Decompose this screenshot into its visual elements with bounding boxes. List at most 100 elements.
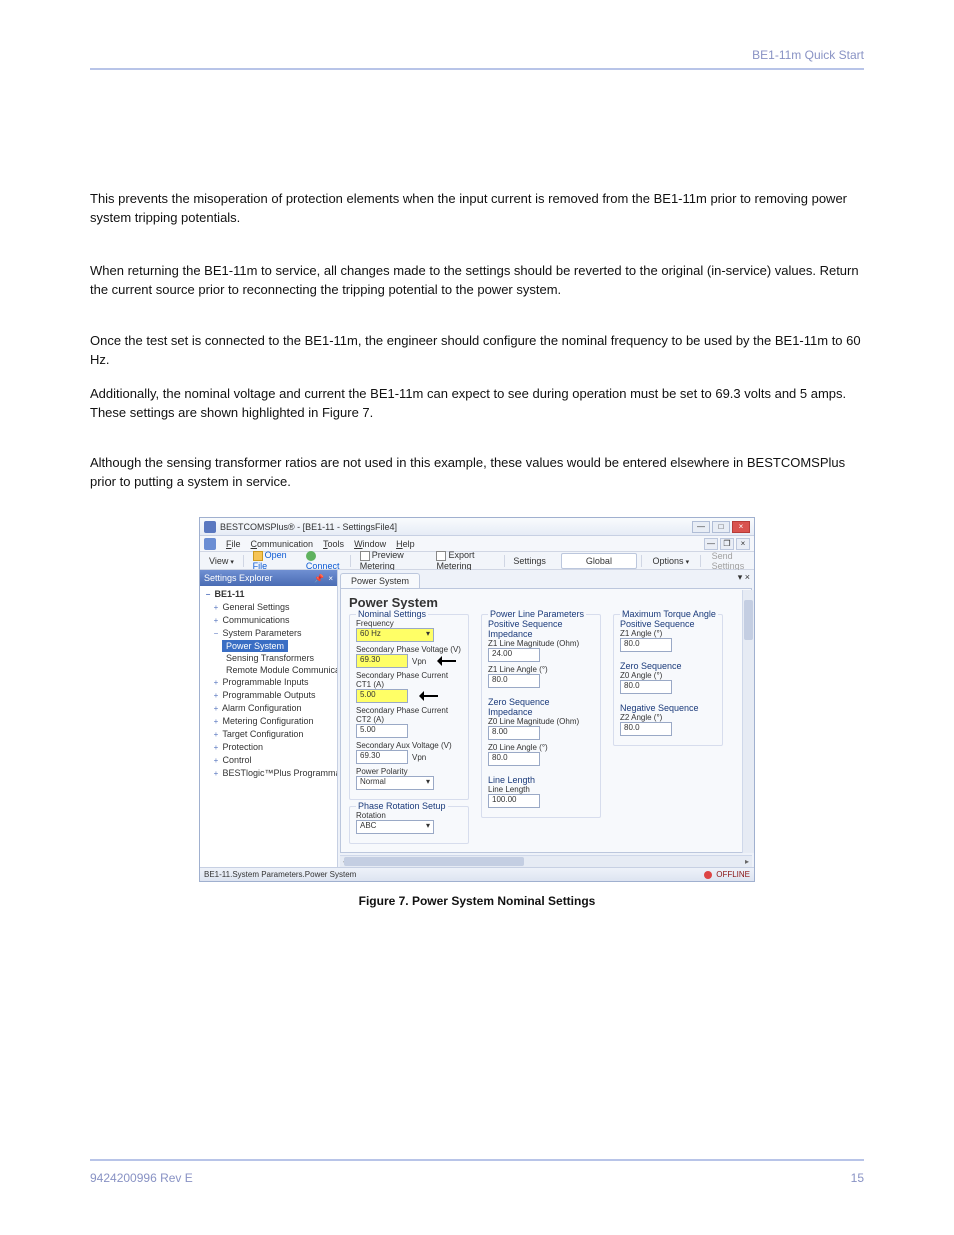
page-footer-right: 15 [851,1171,864,1185]
input-torque-z0-angle[interactable]: 80.0 [620,680,672,694]
tree-alarm-configuration[interactable]: + Alarm Configuration [200,702,337,715]
panel-close-icon[interactable]: × [328,574,333,583]
legend-torque: Maximum Torque Angle [620,609,718,619]
input-line-length[interactable]: 100.00 [488,794,540,808]
label-z1-magnitude: Z1 Line Magnitude (Ohm) [488,639,594,648]
hscroll-right-arrow[interactable]: ▸ [742,856,752,868]
menu-file[interactable]: File [226,539,241,549]
maximize-button[interactable]: □ [712,521,730,533]
toolbar-global-tab[interactable]: Global [561,553,637,569]
settings-tree[interactable]: − BE1-11 + General Settings + Communicat… [200,586,337,867]
title-bar[interactable]: BESTCOMSPlus® - [BE1-11 - SettingsFile4]… [200,518,754,536]
tree-communications[interactable]: + Communications [200,614,337,627]
arrow-annotation-1 [430,657,456,665]
label-zero-seq-impedance: Zero Sequence Impedance [488,697,550,717]
input-z0-magnitude[interactable]: 8.00 [488,726,540,740]
label-sec-aux-voltage: Secondary Aux Voltage (V) [356,741,462,750]
toolbar-settings[interactable]: Settings [508,554,551,568]
paragraph-2: When returning the BE1-11m to service, a… [90,262,864,300]
status-path: BE1-11.System Parameters.Power System [204,870,356,879]
menu-communication[interactable]: Communication [251,539,314,549]
label-z1-angle: Z1 Line Angle (°) [488,665,594,674]
label-torque-z1-angle: Z1 Angle (°) [620,629,716,638]
settings-explorer-panel: Settings Explorer 📌 × − BE1-11 + General… [200,570,338,867]
group-nominal-settings: Nominal Settings Frequency 60 Hz Seconda… [349,614,469,800]
status-bar: BE1-11.System Parameters.Power System OF… [200,867,754,881]
hscroll-thumb[interactable] [344,857,524,866]
menu-icon [204,538,216,550]
group-phase-rotation: Phase Rotation Setup Rotation ABC [349,806,469,844]
tree-bestlogic[interactable]: + BESTlogic™Plus Programmable Logic [200,767,337,780]
horizontal-scrollbar[interactable]: ◂ ▸ [340,855,752,867]
tree-general-settings[interactable]: + General Settings [200,601,337,614]
menu-window[interactable]: Window [354,539,386,549]
legend-rotation: Phase Rotation Setup [356,801,448,811]
group-max-torque-angle: Maximum Torque Angle Positive Sequence Z… [613,614,723,746]
tree-protection[interactable]: + Protection [200,741,337,754]
paragraph-5: Although the sensing transformer ratios … [90,454,864,492]
label-sec-phase-voltage: Secondary Phase Voltage (V) [356,645,462,654]
offline-indicator-icon [704,871,712,879]
toolbar-view[interactable]: View [204,554,239,568]
input-z0-angle[interactable]: 80.0 [488,752,540,766]
input-torque-z2-angle[interactable]: 80.0 [620,722,672,736]
menu-tools[interactable]: Tools [323,539,344,549]
label-rotation: Rotation [356,811,462,820]
preview-icon [360,551,370,561]
close-button[interactable]: × [732,521,750,533]
input-torque-z1-angle[interactable]: 80.0 [620,638,672,652]
settings-explorer-header[interactable]: Settings Explorer 📌 × [200,570,337,586]
input-sec-phase-voltage[interactable]: 69.30 [356,654,408,668]
input-z1-angle[interactable]: 80.0 [488,674,540,688]
menu-help[interactable]: Help [396,539,415,549]
settings-explorer-title: Settings Explorer [204,573,273,583]
tree-sensing-transformers[interactable]: Sensing Transformers [200,652,337,664]
figure-caption: Figure 7. Power System Nominal Settings [90,894,864,908]
unit-vpn-1: Vpn [412,657,426,666]
tree-programmable-outputs[interactable]: + Programmable Outputs [200,689,337,702]
select-frequency[interactable]: 60 Hz [356,628,434,642]
toolbar: View Open File Connect Preview Metering … [200,552,754,570]
arrow-annotation-2 [412,692,438,700]
page-header-right: BE1-11m Quick Start [752,48,864,62]
input-sec-phase-current-ct1[interactable]: 5.00 [356,689,408,703]
tab-close-icon[interactable]: × [745,572,750,582]
tree-target-configuration[interactable]: + Target Configuration [200,728,337,741]
status-offline: OFFLINE [716,870,750,879]
select-power-polarity[interactable]: Normal [356,776,434,790]
label-line-length: Line Length [488,785,594,794]
vscroll-thumb[interactable] [744,600,753,640]
content-area: Power System Nominal Settings Frequency … [340,588,752,853]
input-sec-phase-current-ct2[interactable]: 5.00 [356,724,408,738]
label-z0-magnitude: Z0 Line Magnitude (Ohm) [488,717,594,726]
tree-remote-module-comm[interactable]: Remote Module Communications [200,664,337,676]
tab-power-system[interactable]: Power System [340,573,420,588]
label-torque-positive-seq: Positive Sequence [620,619,695,629]
tree-metering-configuration[interactable]: + Metering Configuration [200,715,337,728]
tree-root[interactable]: − BE1-11 [200,588,337,601]
tree-programmable-inputs[interactable]: + Programmable Inputs [200,676,337,689]
vertical-scrollbar[interactable] [742,590,754,853]
label-line-length-heading: Line Length [488,775,535,785]
page-heading: Power System [349,595,743,610]
label-torque-z2-angle: Z2 Angle (°) [620,713,716,722]
tree-system-parameters[interactable]: − System Parameters [200,627,337,640]
app-window: BESTCOMSPlus® - [BE1-11 - SettingsFile4]… [199,517,755,882]
paragraph-1: This prevents the misoperation of protec… [90,190,864,228]
toolbar-options[interactable]: Options [648,554,695,568]
label-torque-negative-seq: Negative Sequence [620,703,699,713]
label-sec-phase-current-ct1: Secondary Phase Current CT1 (A) [356,671,462,689]
paragraph-4: Additionally, the nominal voltage and cu… [90,385,864,423]
tab-dropdown-icon[interactable]: ▾ [738,572,743,582]
paragraph-3: Once the test set is connected to the BE… [90,332,864,370]
tree-control[interactable]: + Control [200,754,337,767]
label-z0-angle: Z0 Line Angle (°) [488,743,594,752]
pin-icon[interactable]: 📌 [314,574,324,583]
input-z1-magnitude[interactable]: 24.00 [488,648,540,662]
tree-power-system[interactable]: Power System [222,640,288,652]
minimize-button[interactable]: — [692,521,710,533]
input-sec-aux-voltage[interactable]: 69.30 [356,750,408,764]
window-title: BESTCOMSPlus® - [BE1-11 - SettingsFile4] [220,522,692,532]
label-power-polarity: Power Polarity [356,767,462,776]
select-rotation[interactable]: ABC [356,820,434,834]
